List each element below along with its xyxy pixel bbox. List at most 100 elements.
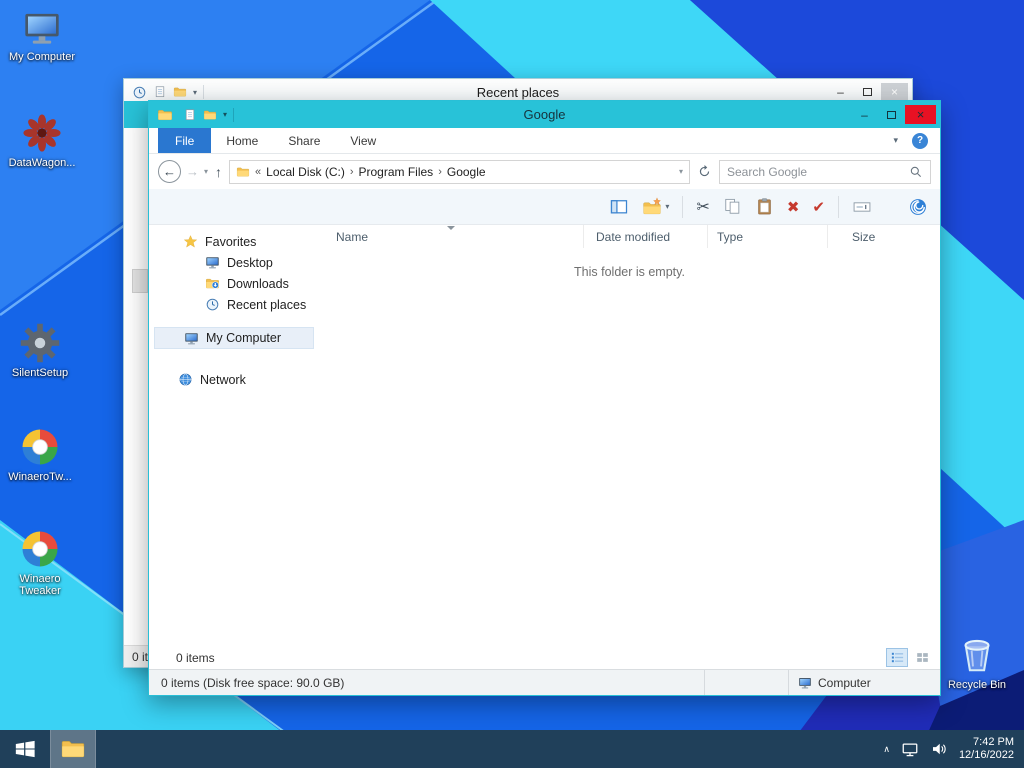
nav-recent-places[interactable]: Recent places [149,294,319,315]
paste-icon[interactable] [755,197,774,216]
separator [838,195,839,218]
properties-icon[interactable] [153,85,167,99]
nav-label: My Computer [206,331,282,345]
gear-icon [19,322,61,364]
network-tray-icon[interactable] [901,740,919,758]
qat-dropdown-icon[interactable]: ▾ [223,110,227,119]
properties-icon[interactable] [183,108,197,122]
chevron-right-icon: › [349,165,354,178]
quick-access-toolbar: ▾ [128,85,205,100]
desktop-icon-winaerotw[interactable]: WinaeroTw... [4,426,76,483]
nav-network[interactable]: Network [149,369,319,390]
tab-file[interactable]: File [158,128,212,153]
tab-share[interactable]: Share [273,128,335,153]
cut-icon[interactable]: ✂ [696,197,709,217]
address-toolbar: ← → ▾ ↑ « Local Disk (C:) › Program File… [149,154,940,189]
maximize-icon [863,88,872,96]
view-switcher [886,648,933,667]
confirm-icon[interactable]: ✔ [812,198,825,216]
back-window-titlebar-accent [124,101,149,128]
nav-my-computer[interactable]: My Computer [154,327,314,349]
breadcrumb-program-files[interactable]: Program Files [359,165,434,179]
nav-favorites[interactable]: Favorites [149,231,319,252]
color-wheel-icon [19,426,61,468]
minimize-button[interactable]: – [851,105,878,124]
back-button[interactable]: ← [158,160,181,183]
close-button[interactable]: × [905,105,936,124]
nav-label: Favorites [205,234,257,249]
close-button[interactable]: × [881,82,908,102]
column-header-size[interactable]: Size [828,225,932,248]
maximize-button[interactable] [854,83,881,102]
back-window-scroll-fragment[interactable] [132,269,148,293]
copy-icon[interactable] [723,197,742,216]
rename-icon[interactable] [852,197,872,217]
nav-label: Downloads [227,276,289,291]
window-google[interactable]: ▾ Google – × File Home Share View ▾ ? ← … [148,100,941,696]
folder-icon [60,736,86,762]
window-controls: – × [827,82,908,102]
up-button[interactable]: ↑ [215,164,222,180]
status-text: 0 it [132,649,149,664]
breadcrumb-drive[interactable]: Local Disk (C:) [266,165,345,179]
new-folder-icon[interactable] [173,85,187,99]
recycle-bin-icon [954,630,1000,676]
desktop-icon-silentsetup[interactable]: SilentSetup [4,322,76,379]
delete-icon[interactable]: ✖ [787,198,800,216]
shell-icon[interactable] [908,197,928,217]
column-header-type[interactable]: Type [708,225,828,248]
help-icon[interactable]: ? [912,132,928,149]
status-cell [704,670,788,695]
star-icon [183,234,198,249]
desktop: My Computer DataWagon... SilentSetup Win… [0,0,1024,768]
tab-home[interactable]: Home [211,128,273,153]
minimize-button[interactable]: – [827,83,854,102]
search-icon[interactable] [909,165,923,179]
history-dropdown-icon[interactable]: ▾ [204,167,208,176]
window-title: Google [523,107,566,122]
navigation-pane: Favorites Desktop Downloads Recent place… [149,225,319,647]
my-computer-icon [22,8,62,48]
details-view-button[interactable] [886,648,908,667]
desktop-icon-my-computer[interactable]: My Computer [6,8,78,63]
maximize-button[interactable] [878,105,905,124]
ribbon-collapse-icon[interactable]: ▾ [893,135,898,146]
qat-dropdown-icon[interactable]: ▾ [193,88,197,97]
desktop-icon-recycle-bin[interactable]: Recycle Bin [941,630,1013,691]
desktop-icon-winaero-tweaker[interactable]: Winaero Tweaker [4,528,76,597]
titlebar[interactable]: ▾ Google – × [149,101,940,128]
clock[interactable]: 7:42 PM 12/16/2022 [959,736,1014,762]
column-header-date-modified[interactable]: Date modified [584,225,708,248]
details-pane-icon[interactable] [609,197,629,217]
new-folder-icon [642,197,662,217]
search-input[interactable] [727,164,909,179]
empty-folder-message: This folder is empty. [574,265,685,279]
address-dropdown-icon[interactable]: ▾ [679,167,683,176]
details-view-icon [890,650,905,665]
forward-button[interactable]: → [186,164,199,179]
search-box[interactable] [719,159,931,184]
taskbar-file-explorer-button[interactable] [50,730,96,768]
nav-desktop[interactable]: Desktop [149,252,319,273]
ribbon-tabs: File Home Share View ▾ ? [149,128,940,154]
thumbnails-view-button[interactable] [911,648,933,667]
tray-expand-icon[interactable]: ∧ [883,744,890,755]
tab-view[interactable]: View [335,128,391,153]
column-header-name[interactable]: Name [319,225,584,248]
window-controls: – × [851,105,936,124]
volume-icon[interactable] [930,740,948,758]
separator [203,85,205,99]
address-bar[interactable]: « Local Disk (C:) › Program Files › Goog… [229,159,690,184]
color-wheel-icon [19,528,61,570]
start-button[interactable] [0,730,50,768]
file-list: Name Date modified Type Size This folder… [319,225,940,647]
desktop-icon-datawagon[interactable]: DataWagon... [6,112,78,169]
refresh-icon[interactable] [697,164,712,179]
desktop-icon-label: DataWagon... [8,157,76,169]
new-folder-button[interactable]: ▾ [642,197,669,217]
taskbar: ∧ 7:42 PM 12/16/2022 [0,730,1024,768]
crumb-overflow[interactable]: « [255,166,261,178]
breadcrumb-google[interactable]: Google [447,165,486,179]
new-folder-icon[interactable] [203,108,217,122]
nav-downloads[interactable]: Downloads [149,273,319,294]
